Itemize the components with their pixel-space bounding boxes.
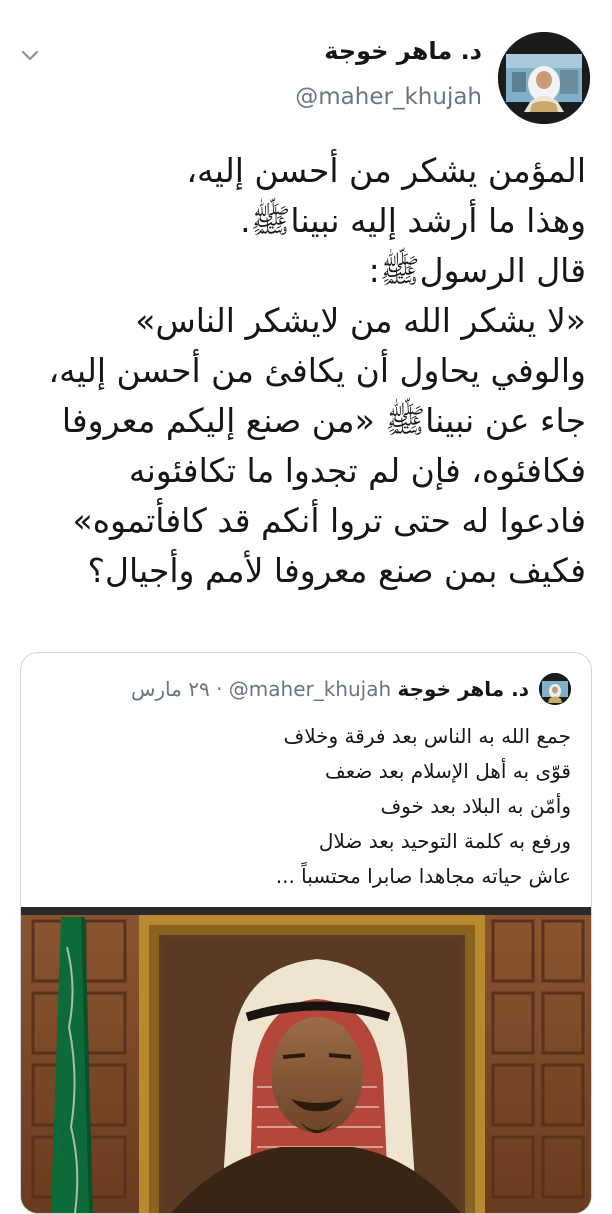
quoted-tweet[interactable]: د. ماهر خوجة @maher_khujah · ٢٩ مارس جمع… <box>20 652 592 1214</box>
author-name[interactable]: د. ماهر خوجة <box>295 36 482 66</box>
quoted-avatar[interactable] <box>539 673 571 705</box>
tweet-author[interactable]: د. ماهر خوجة @maher_khujah <box>295 36 482 114</box>
avatar[interactable] <box>498 32 590 124</box>
tweet[interactable]: د. ماهر خوجة @maher_khujah المؤمن يشكر م… <box>0 0 612 1214</box>
quoted-date[interactable]: ٢٩ مارس <box>131 677 210 701</box>
quoted-author-name[interactable]: د. ماهر خوجة <box>398 677 529 701</box>
quoted-text-line: جمع الله به الناس بعد فرقة وخلاف <box>283 724 571 748</box>
tweet-text-line: فكافئوه، فإن لم تجدوا ما تكافئونه <box>128 451 586 490</box>
quoted-media-image[interactable] <box>21 907 591 1213</box>
tweet-text-line: وهذا ما أرشد إليه نبيناﷺ. <box>240 201 586 240</box>
quoted-text-line: قوّى به أهل الإسلام بعد ضعف <box>325 759 571 783</box>
quoted-text: جمع الله به الناس بعد فرقة وخلاف قوّى به… <box>41 719 571 894</box>
author-handle[interactable]: @maher_khujah <box>295 80 482 114</box>
tweet-text: المؤمن يشكر من أحسن إليه، وهذا ما أرشد إ… <box>16 146 586 596</box>
tweet-text-line: جاء عن نبيناﷺ «من صنع إليكم معروفا <box>61 401 586 440</box>
quoted-text-line: ورفع به كلمة التوحيد بعد ضلال <box>318 829 571 853</box>
chevron-down-icon[interactable] <box>18 44 42 68</box>
quoted-header: د. ماهر خوجة @maher_khujah · ٢٩ مارس <box>131 675 529 703</box>
tweet-text-line: فكيف بمن صنع معروفا لأمم وأجيال؟ <box>87 551 586 590</box>
quoted-text-line: وأمّن به البلاد بعد خوف <box>380 794 571 818</box>
tweet-text-line: «لا يشكر الله من لايشكر الناس» <box>135 301 586 340</box>
quoted-author-handle[interactable]: @maher_khujah <box>229 677 391 701</box>
media-divider <box>21 907 591 915</box>
quoted-text-line: عاش حياته مجاهدا صابرا محتسباً ... <box>275 864 571 888</box>
tweet-text-line: والوفي يحاول أن يكافئ من أحسن إليه، <box>48 351 586 390</box>
tweet-text-line: المؤمن يشكر من أحسن إليه، <box>186 151 586 190</box>
tweet-text-line: فادعوا له حتى تروا أنكم قد كافأتموه» <box>72 501 587 540</box>
tweet-text-line: قال الرسولﷺ: <box>368 251 586 290</box>
quoted-separator: · <box>216 677 223 701</box>
